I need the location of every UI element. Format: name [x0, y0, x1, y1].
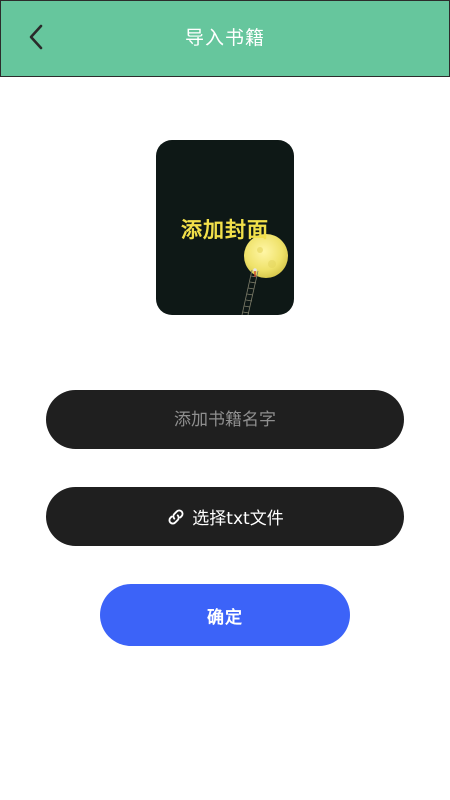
select-txt-file-button[interactable]: 选择txt文件: [46, 487, 404, 546]
select-txt-file-label: 选择txt文件: [192, 509, 284, 529]
add-cover-label: 添加封面: [181, 218, 269, 242]
confirm-button[interactable]: 确定: [100, 584, 350, 646]
book-name-input[interactable]: [46, 390, 404, 449]
add-cover-button[interactable]: 添加封面: [156, 140, 294, 315]
page-title: 导入书籍: [184, 27, 265, 49]
top-bar: 导入书籍: [0, 0, 450, 77]
link-icon: [166, 507, 186, 527]
